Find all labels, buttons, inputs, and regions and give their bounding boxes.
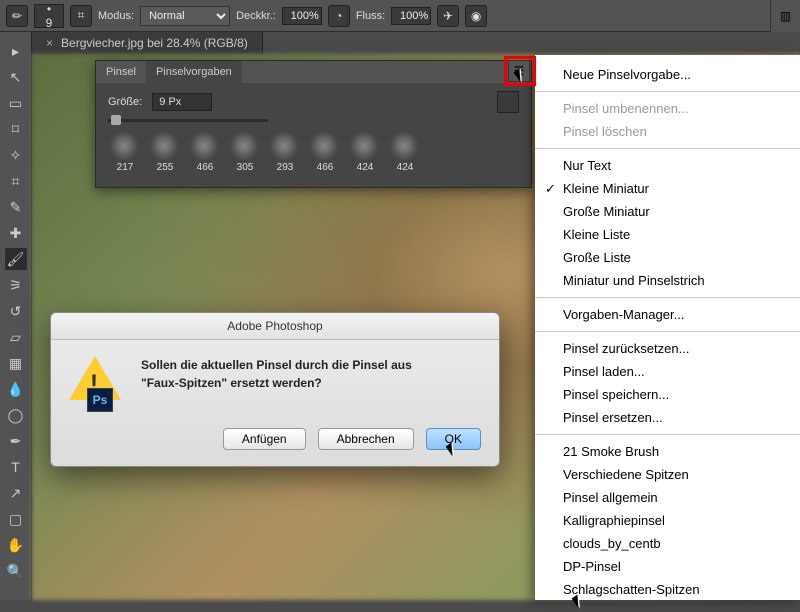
menu-save-brushes[interactable]: Pinsel speichern... (535, 383, 800, 406)
menu-text-only[interactable]: Nur Text (535, 154, 800, 177)
menu-brush-set[interactable]: Pinsel allgemein (535, 486, 800, 509)
move-tool[interactable]: ↖ (5, 66, 27, 88)
panel-strip-icon[interactable]: ▥ (770, 0, 800, 32)
menu-load-brushes[interactable]: Pinsel laden... (535, 360, 800, 383)
tab-brush[interactable]: Pinsel (96, 61, 146, 83)
document-title: Bergviecher.jpg bei 28.4% (RGB/8) (61, 36, 248, 50)
ps-badge-icon: Ps (87, 388, 113, 412)
stamp-tool[interactable]: ⚞ (5, 274, 27, 296)
history-brush-tool[interactable]: ↺ (5, 300, 27, 322)
brush-size-picker[interactable]: •9 (34, 4, 64, 28)
append-button[interactable]: Anfügen (223, 428, 306, 450)
brush-size-value[interactable]: 9 Px (152, 93, 212, 111)
tool-palette: ▸ ↖ ▭ ⌑ ✧ ⌗ ✎ ✚ 🖌 ⚞ ↺ ▱ ▦ 💧 ◯ ✒ T ↗ ▢ ✋ … (0, 32, 32, 600)
brush-tool[interactable]: 🖌 (5, 248, 27, 270)
menu-stroke-thumbnail[interactable]: Miniatur und Pinselstrich (535, 269, 800, 292)
menu-preset-manager[interactable]: Vorgaben-Manager... (535, 303, 800, 326)
cursor-icon (516, 68, 530, 86)
opacity-input[interactable] (282, 7, 322, 25)
confirm-dialog: Adobe Photoshop Ps Sollen die aktuellen … (50, 312, 500, 467)
brush-thumbnail[interactable]: 255 (148, 132, 182, 173)
flow-label: Fluss: (356, 10, 385, 22)
menu-brush-set[interactable]: Kalligraphiepinsel (535, 509, 800, 532)
zoom-tool[interactable]: 🔍 (5, 560, 27, 582)
brush-thumbnail[interactable]: 466 (308, 132, 342, 173)
dialog-title: Adobe Photoshop (51, 313, 499, 340)
dialog-message: Sollen die aktuellen Pinsel durch die Pi… (141, 356, 412, 412)
shape-tool[interactable]: ▢ (5, 508, 27, 530)
brush-size-slider[interactable] (108, 119, 268, 122)
menu-new-preset[interactable]: Neue Pinselvorgabe... (535, 63, 800, 86)
brush-presets-panel: Pinsel Pinselvorgaben ▸▸ Größe: 9 Px 217… (95, 60, 532, 188)
brush-flyout-menu: Neue Pinselvorgabe... Pinsel umbenennen.… (535, 55, 800, 600)
new-brush-icon[interactable] (497, 91, 519, 113)
cursor-icon (448, 442, 462, 460)
brush-thumbnail[interactable]: 424 (388, 132, 422, 173)
menu-brush-set[interactable]: DP-Pinsel (535, 555, 800, 578)
brush-size-label: Größe: (108, 96, 142, 108)
mode-label: Modus: (98, 10, 134, 22)
flow-input[interactable] (391, 7, 431, 25)
warning-icon: Ps (69, 356, 125, 412)
blend-mode-select[interactable]: Normal (140, 6, 230, 26)
menu-replace-brushes[interactable]: Pinsel ersetzen... (535, 406, 800, 429)
brush-thumbnail[interactable]: 217 (108, 132, 142, 173)
gradient-tool[interactable]: ▦ (5, 352, 27, 374)
hand-tool[interactable]: ✋ (5, 534, 27, 556)
menu-small-list[interactable]: Kleine Liste (535, 223, 800, 246)
menu-brush-set[interactable]: clouds_by_centb (535, 532, 800, 555)
size-pressure-icon[interactable]: ◉ (465, 5, 487, 27)
eyedropper-tool[interactable]: ✎ (5, 196, 27, 218)
cancel-button[interactable]: Abbrechen (318, 428, 414, 450)
menu-large-thumbnail[interactable]: Große Miniatur (535, 200, 800, 223)
options-bar: ✏ •9 ⌗ Modus: Normal Deckkr.: ◔ Fluss: ✈… (0, 0, 800, 32)
tab-brush-presets[interactable]: Pinselvorgaben (146, 61, 242, 83)
document-tab[interactable]: × Bergviecher.jpg bei 28.4% (RGB/8) (32, 32, 263, 54)
crop-tool[interactable]: ⌗ (5, 170, 27, 192)
opacity-pressure-icon[interactable]: ◔ (328, 5, 350, 27)
eraser-tool[interactable]: ▱ (5, 326, 27, 348)
menu-small-thumbnail[interactable]: Kleine Miniatur (535, 177, 800, 200)
menu-brush-set[interactable]: 21 Smoke Brush (535, 440, 800, 463)
close-tab-icon[interactable]: × (46, 36, 53, 50)
menu-brush-set[interactable]: Verschiedene Spitzen (535, 463, 800, 486)
wand-tool[interactable]: ✧ (5, 144, 27, 166)
opacity-label: Deckkr.: (236, 10, 276, 22)
brush-thumbnail[interactable]: 293 (268, 132, 302, 173)
dodge-tool[interactable]: ◯ (5, 404, 27, 426)
brush-thumbnail[interactable]: 466 (188, 132, 222, 173)
pen-tool[interactable]: ✒ (5, 430, 27, 452)
marquee-tool[interactable]: ▭ (5, 92, 27, 114)
brush-thumbnail[interactable]: 424 (348, 132, 382, 173)
brush-thumbnail[interactable]: 305 (228, 132, 262, 173)
menu-reset-brushes[interactable]: Pinsel zurücksetzen... (535, 337, 800, 360)
path-tool[interactable]: ↗ (5, 482, 27, 504)
type-tool[interactable]: T (5, 456, 27, 478)
menu-delete-brush: Pinsel löschen (535, 120, 800, 143)
brush-tool-indicator: ✏ (6, 5, 28, 27)
blur-tool[interactable]: 💧 (5, 378, 27, 400)
collapse-icon[interactable]: ▸ (5, 40, 27, 62)
menu-large-list[interactable]: Große Liste (535, 246, 800, 269)
menu-rename-brush: Pinsel umbenennen... (535, 97, 800, 120)
airbrush-icon[interactable]: ✈ (437, 5, 459, 27)
brush-panel-toggle-icon[interactable]: ⌗ (70, 5, 92, 27)
lasso-tool[interactable]: ⌑ (5, 118, 27, 140)
healing-tool[interactable]: ✚ (5, 222, 27, 244)
cursor-icon (574, 594, 588, 612)
